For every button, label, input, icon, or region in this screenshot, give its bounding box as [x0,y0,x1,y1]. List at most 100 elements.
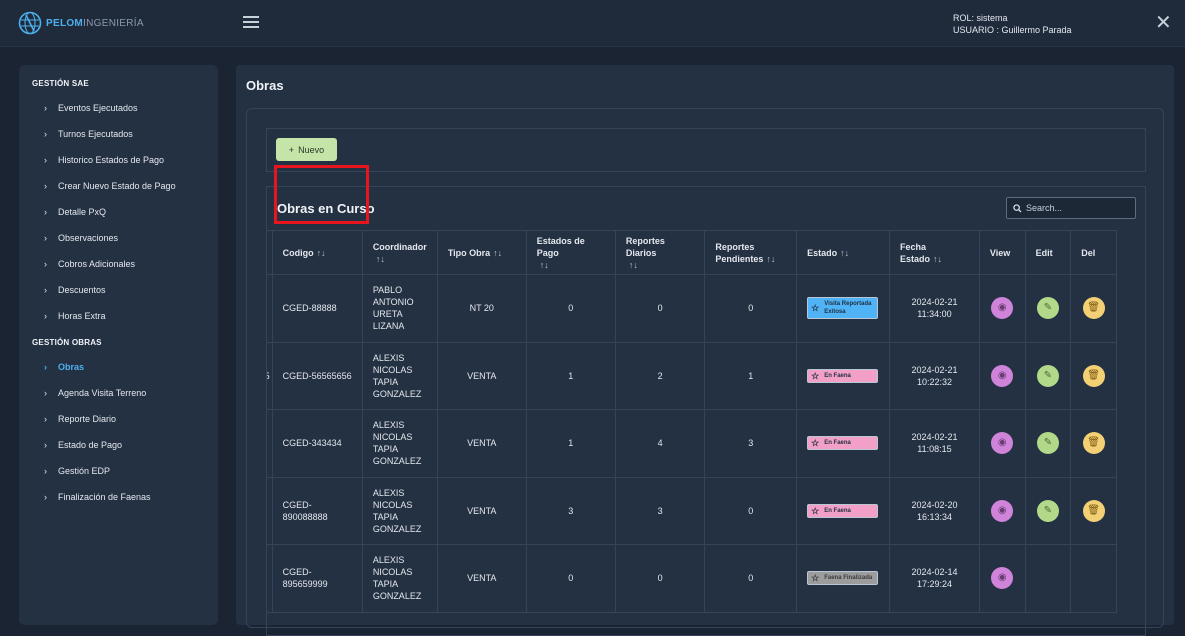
fecha-estado-cell: 2024-02-14 17:29:24 [889,544,980,613]
sidebar-item-detalle-pxq[interactable]: › Detalle PxQ [44,207,106,217]
sidebar-item-estado-de-pago[interactable]: › Estado de Pago [44,440,122,450]
sort-icon: ↑↓ [840,247,850,258]
sidebar-item-gestion-edp[interactable]: › Gestión EDP [44,466,110,476]
column-header-tipo-obra[interactable]: Tipo Obra ↑↓ [436,230,527,275]
sidebar-item-eventos-ejecutados[interactable]: › Eventos Ejecutados [44,103,138,113]
edit-cell: ✎ [1024,274,1072,343]
column-header-codigo[interactable]: Codigo ↑↓ [271,230,363,275]
view-eye-icon[interactable]: ◉ [991,297,1014,320]
reportes-diarios-cell: 3 [614,476,706,545]
main-panel: Obras +Nuevo Obras en Curso Codigo↑↓ Coo… [236,65,1174,636]
sidebar-item-historico-estados-pago[interactable]: › Historico Estados de Pago [44,155,164,165]
coordinador-cell: ALEXIS NICOLAS TAPIA GONZALEZ [361,476,438,545]
delete-trash-icon[interactable]: 🗑 [1082,499,1105,522]
table-row[interactable]: CGED-895659999 ALEXIS NICOLAS TAPIA GONZA… [267,544,1117,613]
sidebar-item-reporte-diario[interactable]: › Reporte Diario [44,414,116,424]
fecha-date: 2024-02-21 [911,432,958,443]
delete-trash-icon[interactable]: 🗑 [1082,364,1105,387]
sidebar-item-agenda-visita-terreno[interactable]: › Agenda Visita Terreno [44,388,146,398]
edit-cell: ✎ [1024,476,1072,545]
tipo-obra-cell: NT 20 [436,274,527,343]
view-eye-icon[interactable]: ◉ [991,364,1014,387]
estado-cell: ☆ Visita Reportada Exitosa [796,274,891,343]
view-cell: ◉ [978,341,1026,410]
view-cell: ◉ [978,476,1026,545]
reportes-diarios-cell: 4 [614,409,706,478]
table-row[interactable]: CGED-343434 ALEXIS NICOLAS TAPIA GONZALEZ… [267,409,1117,478]
column-header-reportes-diarios[interactable]: Reportes Diarios ↑↓ [614,230,706,275]
sort-icon: ↑↓ [628,259,638,270]
estado-cell: ☆ En Faena [796,409,891,478]
sort-icon: ↑↓ [539,259,549,270]
codigo-cell: CGED-56565656 [271,341,363,410]
fecha-date: 2024-02-20 [911,499,958,510]
sidebar: GESTIÓN SAE › Eventos Ejecutados › Turnos … [19,65,218,625]
search-box[interactable] [1006,197,1136,219]
column-header-edit: Edit [1024,230,1072,275]
column-header-estado[interactable]: Estado ↑↓ [796,230,891,275]
chevron-right-icon: › [44,466,47,476]
sidebar-item-obras[interactable]: › Obras [44,362,84,372]
view-eye-icon[interactable]: ◉ [991,567,1014,590]
edit-pencil-icon[interactable]: ✎ [1036,364,1059,387]
fecha-time: 11:34:00 [917,309,952,320]
fecha-time: 16:13:34 [916,511,952,522]
table-header-row: Codigo ↑↓ Coordinador ↑↓ Tipo Obra ↑↓ Estad… [267,230,1117,275]
coordinador-cell: ALEXIS NICOLAS TAPIA GONZALEZ [361,409,438,478]
reportes-pendientes-cell: 3 [704,409,798,478]
estados-pago-cell: 0 [525,544,616,613]
fecha-time: 11:08:15 [917,444,952,455]
view-cell: ◉ [978,409,1026,478]
del-cell: 🗑 [1070,341,1117,410]
del-cell: 🗑 [1070,409,1117,478]
sidebar-item-cobros-adicionales[interactable]: › Cobros Adicionales [44,259,135,269]
close-icon[interactable]: ✕ [1155,13,1172,33]
reportes-pendientes-cell: 1 [704,341,798,410]
coordinador-cell: PABLO ANTONIO URETA LIZANA [361,274,438,343]
sidebar-item-horas-extra[interactable]: › Horas Extra [44,311,106,321]
chevron-right-icon: › [44,129,47,139]
logo-text: PELOMINGENIERÍA [46,17,144,29]
sidebar-item-finalizacion-faenas[interactable]: › Finalización de Faenas [44,492,151,502]
logo-globe-icon [18,11,42,35]
column-header-estados-pago[interactable]: Estados de Pago ↑↓ [525,230,616,275]
reportes-pendientes-cell: 0 [704,544,798,613]
column-header-view: View [978,230,1026,275]
edit-pencil-icon[interactable]: ✎ [1036,432,1059,455]
sort-icon: ↑↓ [933,253,943,264]
fecha-time: 10:22:32 [916,376,952,387]
top-bar: PELOMINGENIERÍA ROL: sistema USUARIO : G… [0,0,1185,47]
tipo-obra-cell: VENTA [436,544,527,613]
delete-trash-icon[interactable]: 🗑 [1082,297,1105,320]
edit-pencil-icon[interactable]: ✎ [1036,499,1059,522]
chevron-right-icon: › [44,207,47,217]
status-badge: ☆ Visita Reportada Exitosa [807,297,879,320]
view-eye-icon[interactable]: ◉ [991,499,1014,522]
column-header-fecha-estado[interactable]: Fecha Estado ↑↓ [889,230,980,275]
tipo-obra-cell: VENTA [436,341,527,410]
sidebar-item-crear-estado-pago[interactable]: › Crear Nuevo Estado de Pago [44,181,176,191]
delete-trash-icon[interactable]: 🗑 [1082,432,1105,455]
toolbar: + Nuevo [266,128,1146,172]
search-input[interactable] [1026,203,1126,213]
new-button[interactable]: + Nuevo [276,138,337,161]
estados-pago-cell: 1 [525,341,616,410]
menu-toggle-icon[interactable] [243,16,259,29]
star-icon: ☆ [811,438,820,449]
column-header-reportes-pendientes[interactable]: Reportes Pendientes ↑↓ [704,230,798,275]
table-row[interactable]: 5CGED-56565656ALEXIS NICOLAS TAPIA GONZA… [267,341,1117,410]
table-row[interactable]: CGED-88888 PABLO ANTONIO URETA LIZANA NT 2… [267,274,1117,343]
chevron-right-icon: › [44,259,47,269]
sidebar-item-turnos-ejecutados[interactable]: › Turnos Ejecutados [44,129,133,139]
table-row[interactable]: CGED-890088888 ALEXIS NICOLAS TAPIA GONZA… [267,476,1117,545]
column-header-coordinador[interactable]: Coordinador ↑↓ [361,230,438,275]
estados-pago-cell: 1 [525,409,616,478]
sidebar-item-descuentos[interactable]: › Descuentos [44,285,106,295]
user-role: ROL: sistema [953,13,1008,23]
plus-icon: + [288,144,295,155]
sidebar-item-observaciones[interactable]: › Observaciones [44,233,118,243]
del-cell: 🗑 [1070,274,1117,343]
view-eye-icon[interactable]: ◉ [991,432,1014,455]
logo[interactable]: PELOMINGENIERÍA [18,11,144,35]
edit-pencil-icon[interactable]: ✎ [1036,297,1059,320]
